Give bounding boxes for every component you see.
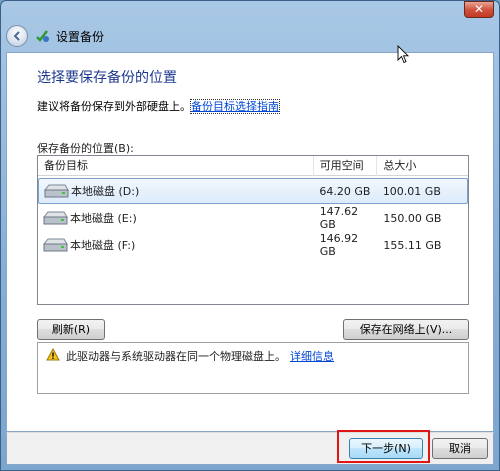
table-row[interactable]: 本地磁盘 (D:) 64.20 GB 100.01 GB [38, 178, 468, 204]
free-space: 146.92 GB [319, 232, 359, 258]
next-button[interactable]: 下一步(N) [349, 438, 423, 459]
warning-message: 此驱动器与系统驱动器在同一个物理磁盘上。 详细信息 [66, 348, 334, 364]
drive-name: 本地磁盘 (D:) [71, 185, 140, 198]
list-label: 保存备份的位置(B): [37, 142, 134, 155]
close-button[interactable]: ✕ [464, 1, 494, 18]
drive-name: 本地磁盘 (E:) [70, 212, 137, 225]
backup-app-icon [36, 30, 49, 42]
warning-text: 此驱动器与系统驱动器在同一个物理磁盘上。 [66, 350, 286, 363]
refresh-button[interactable]: 刷新(R) [37, 319, 105, 340]
details-link[interactable]: 详细信息 [290, 350, 334, 363]
list-header: 备份目标 可用空间 总大小 [38, 156, 468, 176]
free-space: 147.62 GB [319, 205, 359, 231]
back-arrow-icon [13, 31, 20, 41]
save-on-network-button[interactable]: 保存在网络上(V)... [343, 319, 469, 340]
column-header-free[interactable]: 可用空间 [314, 156, 378, 176]
total-size: 100.01 GB [382, 184, 441, 198]
warning-box: 此驱动器与系统驱动器在同一个物理磁盘上。 详细信息 [37, 342, 469, 394]
total-size: 150.00 GB [383, 211, 442, 225]
total-size: 155.11 GB [383, 238, 442, 252]
title-bar: 设置备份 [6, 22, 104, 50]
free-space: 64.20 GB [319, 184, 371, 198]
hard-drive-icon [42, 211, 68, 225]
mouse-cursor-icon [397, 45, 409, 64]
drive-cell: 本地磁盘 (E:) [38, 209, 314, 227]
cancel-button[interactable]: 取消 [432, 438, 488, 459]
column-header-total[interactable]: 总大小 [377, 156, 468, 176]
column-header-target[interactable]: 备份目标 [38, 156, 314, 176]
drive-cell: 本地磁盘 (F:) [38, 236, 314, 254]
description-text: 建议将备份保存到外部硬盘上。 [37, 100, 191, 113]
backup-location-list[interactable]: 备份目标 可用空间 总大小 本地磁盘 (D:) 64.20 GB 100.01 … [37, 155, 469, 305]
window-title: 设置备份 [56, 29, 105, 44]
page-heading: 选择要保存备份的位置 [37, 70, 177, 86]
drive-name: 本地磁盘 (F:) [70, 239, 136, 252]
table-row[interactable]: 本地磁盘 (F:) 146.92 GB 155.11 GB [38, 232, 468, 258]
hard-drive-icon [43, 184, 69, 198]
hard-drive-icon [42, 238, 68, 252]
description: 建议将备份保存到外部硬盘上。备份目标选择指南 [37, 98, 280, 114]
guide-link[interactable]: 备份目标选择指南 [190, 99, 280, 114]
warning-icon [46, 348, 60, 361]
content-panel: 选择要保存备份的位置 建议将备份保存到外部硬盘上。备份目标选择指南 保存备份的位… [6, 52, 494, 432]
table-row[interactable]: 本地磁盘 (E:) 147.62 GB 150.00 GB [38, 205, 468, 231]
back-button[interactable] [6, 25, 28, 47]
drive-cell: 本地磁盘 (D:) [39, 182, 313, 200]
